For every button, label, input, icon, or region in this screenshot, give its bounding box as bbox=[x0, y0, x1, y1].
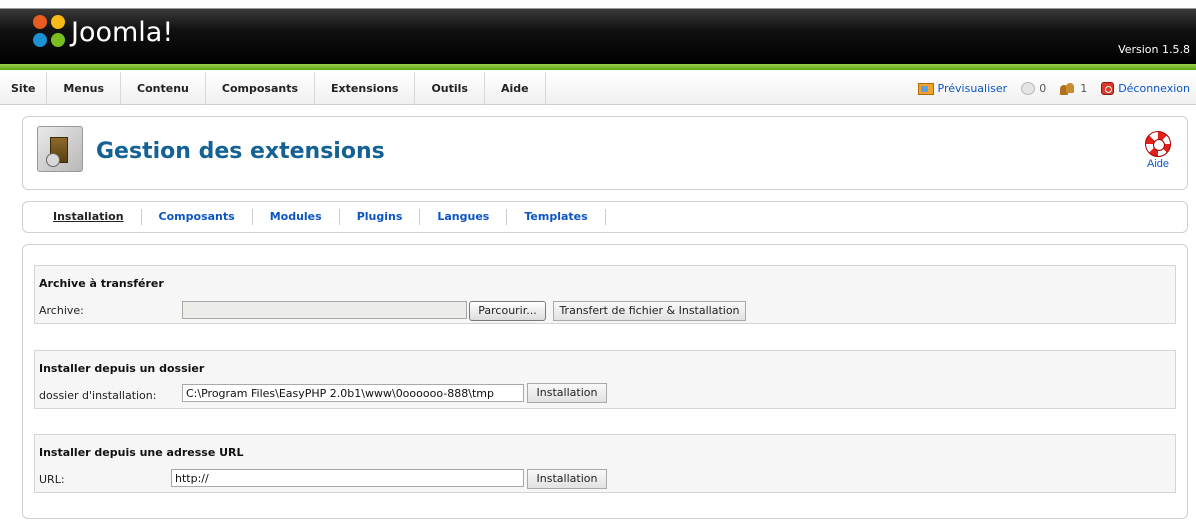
archive-file-input[interactable] bbox=[182, 301, 467, 319]
users-count-value: 1 bbox=[1080, 82, 1088, 95]
url-section-title: Installer depuis une adresse URL bbox=[39, 446, 244, 459]
menu-aide[interactable]: Aide bbox=[485, 72, 546, 105]
help-button[interactable]: Aide bbox=[1143, 131, 1173, 170]
menu-site[interactable]: Site bbox=[0, 72, 48, 105]
page-header: Gestion des extensions Aide bbox=[22, 116, 1188, 190]
menu-contenu[interactable]: Contenu bbox=[121, 72, 206, 105]
preview-icon bbox=[917, 82, 934, 95]
logo-text: Joomla! bbox=[71, 16, 174, 48]
folder-label: dossier d'installation: bbox=[39, 389, 157, 402]
folder-section: Installer depuis un dossier dossier d'in… bbox=[34, 350, 1176, 409]
url-install-button[interactable]: Installation bbox=[527, 469, 607, 489]
upload-section-title: Archive à transférer bbox=[39, 277, 164, 290]
logout-link[interactable]: Déconnexion bbox=[1101, 82, 1190, 95]
status-bar: Prévisualiser 0 1 Déconnexion bbox=[917, 72, 1190, 105]
help-label: Aide bbox=[1146, 158, 1170, 170]
users-icon bbox=[1060, 82, 1076, 95]
joomla-logo[interactable]: Joomla! bbox=[33, 14, 173, 50]
tab-templates[interactable]: Templates bbox=[507, 209, 606, 225]
upload-label: Archive: bbox=[39, 304, 84, 317]
tab-plugins[interactable]: Plugins bbox=[340, 209, 421, 225]
url-label: URL: bbox=[39, 473, 65, 486]
browse-button[interactable]: Parcourir... bbox=[469, 301, 546, 321]
messages-count-value: 0 bbox=[1039, 82, 1047, 95]
logout-label: Déconnexion bbox=[1118, 82, 1190, 95]
tab-modules[interactable]: Modules bbox=[253, 209, 340, 225]
install-panel: Archive à transférer Archive: Parcourir.… bbox=[22, 244, 1188, 519]
logout-icon bbox=[1101, 82, 1115, 95]
main-menu: Site Menus Contenu Composants Extensions… bbox=[0, 72, 546, 105]
install-directory-input[interactable]: C:\Program Files\EasyPHP 2.0b1\www\0oooo… bbox=[182, 384, 524, 402]
tab-composants[interactable]: Composants bbox=[142, 209, 253, 225]
extensions-manager-icon bbox=[37, 126, 83, 172]
url-section: Installer depuis une adresse URL URL: ht… bbox=[34, 434, 1176, 493]
install-url-input[interactable]: http:// bbox=[171, 469, 524, 487]
menu-composants[interactable]: Composants bbox=[206, 72, 316, 105]
submenu: Installation Composants Modules Plugins … bbox=[36, 202, 606, 232]
menu-extensions[interactable]: Extensions bbox=[315, 72, 416, 105]
main-menu-bar: Site Menus Contenu Composants Extensions… bbox=[0, 72, 1196, 105]
preview-link[interactable]: Prévisualiser bbox=[917, 82, 1008, 95]
upload-install-button[interactable]: Transfert de fichier & Installation bbox=[553, 301, 746, 321]
submenu-bar: Installation Composants Modules Plugins … bbox=[22, 201, 1188, 233]
lifebuoy-icon bbox=[1145, 131, 1171, 157]
preview-label: Prévisualiser bbox=[937, 82, 1008, 95]
version-label: Version 1.5.8 bbox=[1118, 43, 1190, 56]
header-bar: Joomla! Version 1.5.8 bbox=[0, 0, 1196, 64]
menu-outils[interactable]: Outils bbox=[415, 72, 485, 105]
messages-count[interactable]: 0 bbox=[1021, 82, 1046, 95]
users-count[interactable]: 1 bbox=[1060, 82, 1087, 95]
page-title: Gestion des extensions bbox=[96, 139, 385, 164]
joomla-logo-icon bbox=[33, 15, 67, 49]
messages-icon bbox=[1021, 82, 1036, 95]
folder-install-button[interactable]: Installation bbox=[527, 383, 607, 403]
header-accent-bar bbox=[0, 64, 1196, 70]
menu-menus[interactable]: Menus bbox=[47, 72, 122, 105]
folder-section-title: Installer depuis un dossier bbox=[39, 362, 205, 375]
tab-installation[interactable]: Installation bbox=[36, 209, 142, 225]
upload-section: Archive à transférer Archive: Parcourir.… bbox=[34, 265, 1176, 324]
tab-langues[interactable]: Langues bbox=[420, 209, 508, 225]
